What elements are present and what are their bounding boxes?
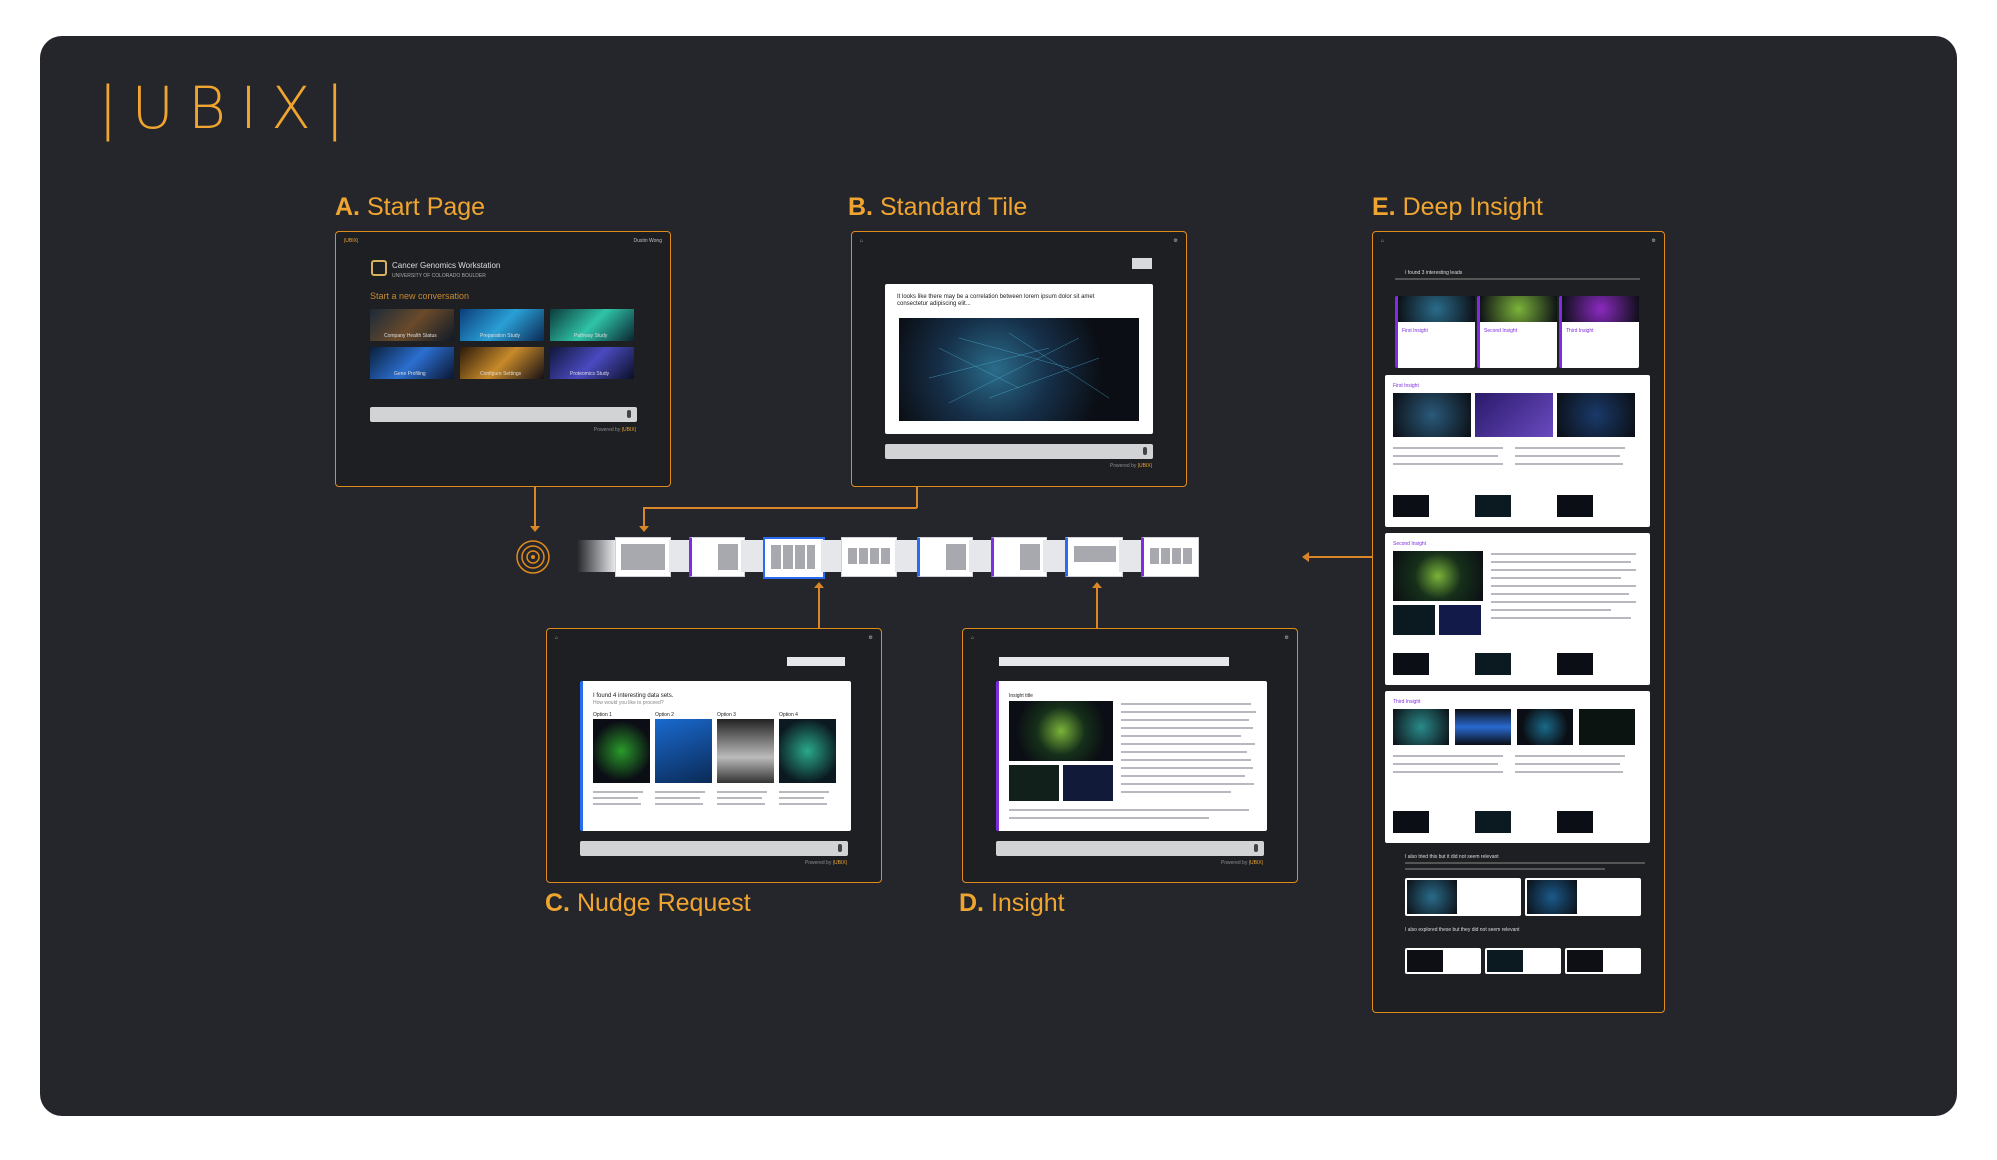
section-title-b: B. Standard Tile [848, 193, 1028, 221]
deep-insight-section: Third Insight [1385, 691, 1650, 843]
explored-card[interactable] [1485, 948, 1561, 974]
microphone-icon[interactable] [838, 844, 842, 852]
nudge-option-image[interactable] [655, 719, 712, 783]
insight-main-image [1009, 701, 1113, 761]
start-page-panel: |UBIX| Dustin Wong Cancer Genomics Works… [335, 231, 671, 487]
university-name: UNIVERSITY OF COLORADO BOULDER [392, 273, 486, 279]
microphone-icon[interactable] [1254, 844, 1258, 852]
deep-insight-panel: ⌂ ⚙ I found 3 interesting leads First Ins… [1372, 231, 1665, 1013]
tile-message: It looks like there may be a correlation… [897, 294, 1095, 307]
arrow-down-icon [639, 526, 649, 532]
prompt-input[interactable] [996, 841, 1264, 856]
prompt-input[interactable] [370, 407, 637, 422]
start-heading: Start a new conversation [370, 291, 470, 301]
history-tile[interactable] [991, 537, 1047, 577]
nudge-option-image[interactable] [717, 719, 774, 783]
start-option[interactable]: Company Health Status [370, 309, 454, 341]
insight-thumb-image[interactable] [1009, 765, 1059, 801]
ubix-logo: |UBIX| [98, 74, 359, 142]
start-option[interactable]: Proteomics Study [550, 347, 634, 379]
standard-tile-panel: ⌂ ⚙ It looks like there may be a correlat… [851, 231, 1187, 487]
history-tile[interactable] [689, 537, 745, 577]
start-options-grid: Company Health Status Preparation Study … [370, 309, 642, 383]
tried-note: I also tried this but it did not seem re… [1405, 854, 1499, 860]
conversation-history-strip [577, 537, 1299, 579]
insight-title: Insight title [1009, 693, 1033, 699]
conversation-origin-icon [516, 540, 550, 574]
connector-a [534, 486, 536, 528]
app-name: Cancer Genomics Workstation [392, 261, 501, 270]
start-option[interactable]: Preparation Study [460, 309, 544, 341]
history-tile[interactable] [1065, 537, 1123, 577]
powered-by: Powered by |UBIX| [804, 860, 847, 866]
history-tile[interactable] [841, 537, 897, 577]
deep-insight-header: I found 3 interesting leads [1405, 270, 1463, 276]
powered-by: Powered by |UBIX| [1109, 463, 1152, 469]
start-option[interactable]: Configure Settings [460, 347, 544, 379]
connector-d [1096, 586, 1098, 628]
insight-card: Insight title [996, 681, 1267, 831]
prompt-input[interactable] [885, 444, 1153, 459]
arrow-down-icon [530, 526, 540, 532]
tried-card[interactable] [1525, 878, 1641, 916]
lead-card[interactable]: Third Insight [1559, 296, 1639, 368]
explored-card[interactable] [1405, 948, 1481, 974]
deep-insight-section: First Insight [1385, 375, 1650, 527]
connector-b [916, 486, 918, 508]
insight-panel: ⌂ ⚙ Insight title Powered by |UBIX| [962, 628, 1298, 883]
microphone-icon[interactable] [1143, 447, 1147, 455]
microphone-icon[interactable] [627, 410, 631, 418]
network-graph-image [899, 318, 1139, 421]
section-title-a: A. Start Page [335, 193, 486, 221]
nudge-topbar: ⌂ ⚙ [555, 635, 873, 641]
history-tile[interactable] [763, 537, 825, 579]
history-tile[interactable] [917, 537, 973, 577]
nudge-option-image[interactable] [593, 719, 650, 783]
nudge-option-image[interactable] [779, 719, 836, 783]
layout-icon[interactable] [1132, 258, 1152, 269]
explored-note: I also explored these but they did not s… [1405, 927, 1520, 933]
history-strip-mini[interactable] [999, 657, 1229, 666]
insight-thumb-image[interactable] [1063, 765, 1113, 801]
standard-tile-topbar: ⌂ ⚙ [860, 238, 1178, 244]
powered-by: Powered by |UBIX| [1220, 860, 1263, 866]
network-graph [928, 332, 1110, 404]
insight-topbar: ⌂ ⚙ [971, 635, 1289, 641]
arrow-up-icon [814, 582, 824, 588]
start-option[interactable]: Gene Profiling [370, 347, 454, 379]
connector-b [643, 507, 917, 509]
nudge-request-panel: ⌂ ⚙ I found 4 interesting data sets. How … [546, 628, 882, 883]
university-logo-icon [371, 260, 387, 276]
powered-by: Powered by |UBIX| [593, 427, 636, 433]
lead-card[interactable]: Second Insight [1477, 296, 1557, 368]
target-rings-icon [516, 540, 550, 574]
arrow-left-icon [1302, 552, 1309, 562]
nudge-sub: How would you like to proceed? [593, 700, 664, 706]
history-tile[interactable] [1141, 537, 1199, 577]
connector-b [643, 507, 645, 528]
start-page-topbar: |UBIX| Dustin Wong [344, 238, 662, 244]
tried-card[interactable] [1405, 878, 1521, 916]
standard-tile-card: It looks like there may be a correlation… [885, 284, 1153, 434]
explored-card[interactable] [1565, 948, 1641, 974]
section-title-e: E. Deep Insight [1372, 193, 1543, 221]
connector-e [1308, 556, 1372, 558]
lead-card[interactable]: First Insight [1395, 296, 1475, 368]
start-option[interactable]: Pathway Study [550, 309, 634, 341]
connector-c [818, 586, 820, 628]
deep-insight-topbar: ⌂ ⚙ [1381, 238, 1656, 244]
section-title-d: D. Insight [959, 889, 1065, 917]
deep-insight-section: Second Insight [1385, 533, 1650, 685]
nudge-card: I found 4 interesting data sets. How wou… [580, 681, 851, 831]
arrow-up-icon [1092, 582, 1102, 588]
section-title-c: C. Nudge Request [545, 889, 751, 917]
history-tile[interactable] [615, 537, 671, 577]
prompt-input[interactable] [580, 841, 848, 856]
history-strip-mini[interactable] [787, 657, 845, 666]
